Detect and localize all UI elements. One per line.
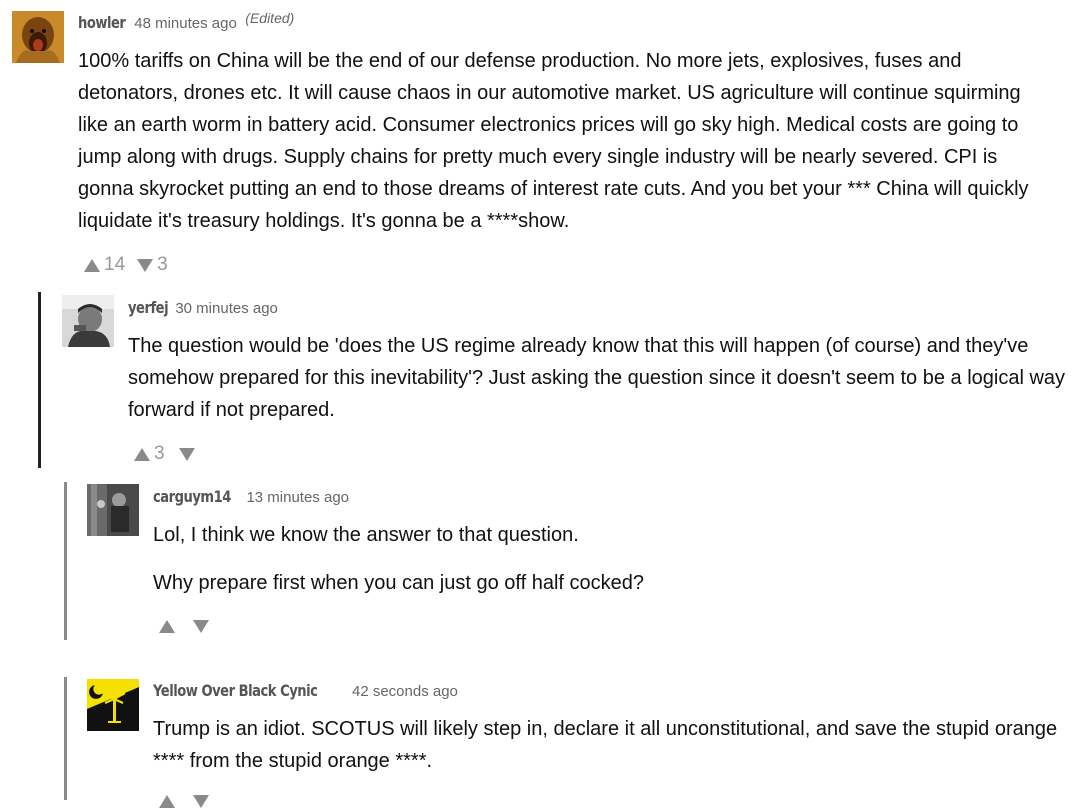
- comment-text: Why prepare first when you can just go o…: [153, 572, 645, 594]
- comment-body: 100% tariffs on China will be the end of…: [78, 45, 1053, 237]
- comment-body: Trump is an idiot. SCOTUS will likely st…: [153, 713, 1068, 777]
- upvote-count: 3: [154, 443, 165, 464]
- downvote-button[interactable]: [193, 620, 213, 633]
- photo-avatar[interactable]: [62, 295, 114, 347]
- comment-text: The question would be 'does the US regim…: [128, 335, 1066, 421]
- comment-body: Lol, I think we know the answer to that …: [153, 519, 1068, 599]
- downvote-count: 3: [157, 254, 168, 275]
- downvote-icon: [137, 258, 154, 272]
- upvote-count: 14: [104, 254, 126, 275]
- username[interactable]: carguym14: [153, 487, 231, 506]
- upvote-icon: [134, 447, 150, 461]
- downvote-button[interactable]: [193, 795, 213, 808]
- comment-body: The question would be 'does the US regim…: [128, 330, 1070, 426]
- timestamp: 30 minutes ago: [175, 300, 278, 317]
- downvote-icon: [193, 795, 209, 808]
- comment-howler: howler 48 minutes ago (Edited) 100% tari…: [0, 0, 1075, 280]
- photo-avatar[interactable]: [87, 484, 139, 536]
- timestamp: 42 seconds ago: [351, 683, 458, 700]
- vote-bar: 3: [134, 443, 199, 465]
- vote-bar: [159, 620, 213, 633]
- timestamp: 48 minutes ago: [134, 15, 237, 32]
- portrait-icon: [62, 295, 114, 347]
- downvote-button[interactable]: [178, 447, 199, 461]
- upvote-icon: [159, 795, 175, 808]
- upvote-button[interactable]: [159, 795, 179, 808]
- palmetto-flag-icon: [87, 679, 139, 731]
- vote-bar: 14 3: [84, 254, 168, 276]
- comment-text: 100% tariffs on China will be the end of…: [78, 50, 1029, 232]
- username[interactable]: yerfej: [128, 298, 169, 317]
- comment-text: Lol, I think we know the answer to that …: [153, 524, 579, 546]
- upvote-icon: [159, 620, 175, 633]
- username[interactable]: howler: [78, 13, 126, 32]
- upvote-icon: [84, 258, 100, 272]
- comment-carguym14: carguym14 13 minutes ago Lol, I think we…: [0, 470, 1075, 660]
- timestamp: 13 minutes ago: [246, 489, 350, 506]
- downvote-icon: [178, 447, 195, 461]
- username[interactable]: Yellow Over Black Cynic: [153, 681, 318, 700]
- monkey-avatar[interactable]: [12, 11, 64, 63]
- comment-yellow-over-black-cynic: Yellow Over Black Cynic 42 seconds ago T…: [0, 665, 1075, 808]
- downvote-button[interactable]: 3: [137, 254, 168, 276]
- comment-text: Trump is an idiot. SCOTUS will likely st…: [153, 718, 1058, 772]
- upvote-button[interactable]: 14: [84, 254, 125, 276]
- vote-bar: [159, 795, 213, 808]
- upvote-button[interactable]: [159, 620, 179, 633]
- palmetto-flag-avatar[interactable]: [87, 679, 139, 731]
- portrait-icon: [87, 484, 139, 536]
- comment-yerfej: yerfej 30 minutes ago The question would…: [0, 280, 1075, 470]
- edited-label: (Edited): [245, 10, 295, 26]
- monkey-icon: [12, 11, 64, 63]
- downvote-icon: [193, 620, 209, 633]
- upvote-button[interactable]: 3: [134, 443, 165, 465]
